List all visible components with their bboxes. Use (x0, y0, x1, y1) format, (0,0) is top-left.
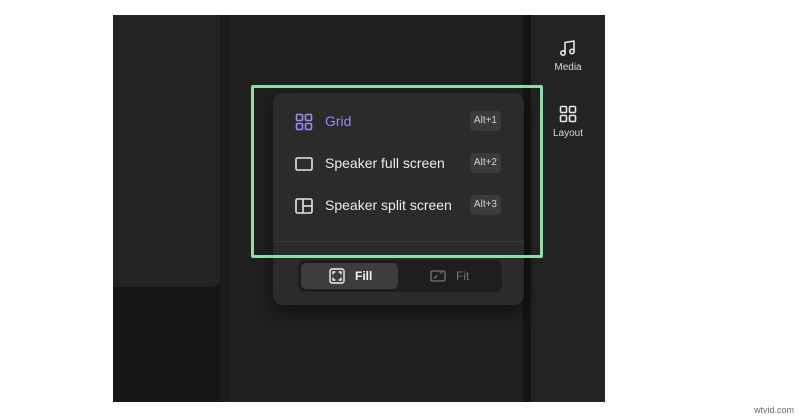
side-rail: Media Layout (531, 15, 605, 402)
music-note-icon (559, 40, 576, 57)
layout-option-speaker-split-screen[interactable]: Speaker split screen Alt+3 (273, 188, 524, 224)
video-tile-panel (113, 15, 220, 287)
gutter (523, 15, 531, 402)
gutter (220, 15, 230, 402)
fill-button[interactable]: Fill (301, 263, 398, 289)
layout-option-label: Speaker split screen (325, 197, 452, 213)
layout-option-label: Speaker full screen (325, 155, 445, 171)
rail-layout-label: Layout (552, 128, 584, 139)
shortcut-badge: Alt+2 (469, 153, 501, 173)
fit-button[interactable]: Fit (402, 263, 499, 289)
fit-label: Fit (456, 269, 470, 283)
shortcut-badge: Alt+1 (469, 111, 501, 131)
grid-icon (295, 113, 313, 131)
split-screen-icon (295, 198, 313, 214)
rail-media-label: Media (554, 62, 582, 73)
layout-option-speaker-full-screen[interactable]: Speaker full screen Alt+2 (273, 146, 524, 182)
grid-icon (559, 105, 577, 123)
fill-icon (329, 268, 345, 284)
shortcut-badge: Alt+3 (469, 195, 501, 215)
rail-media-button[interactable]: Media (531, 39, 605, 73)
layout-option-label: Grid (325, 113, 352, 129)
fill-fit-toggle: Fill Fit (298, 260, 502, 292)
menu-divider (273, 241, 524, 242)
fill-label: Fill (355, 269, 373, 283)
fit-icon (430, 270, 446, 282)
watermark: wtvid.com (753, 405, 794, 415)
layout-popup: Grid Alt+1 Speaker full screen Alt+2 Spe… (273, 93, 524, 305)
full-screen-icon (295, 157, 313, 171)
app-frame: Media Layout Grid Alt+1 Speaker full scr… (113, 15, 605, 402)
rail-layout-button[interactable]: Layout (531, 105, 605, 139)
layout-option-grid[interactable]: Grid Alt+1 (273, 104, 524, 140)
